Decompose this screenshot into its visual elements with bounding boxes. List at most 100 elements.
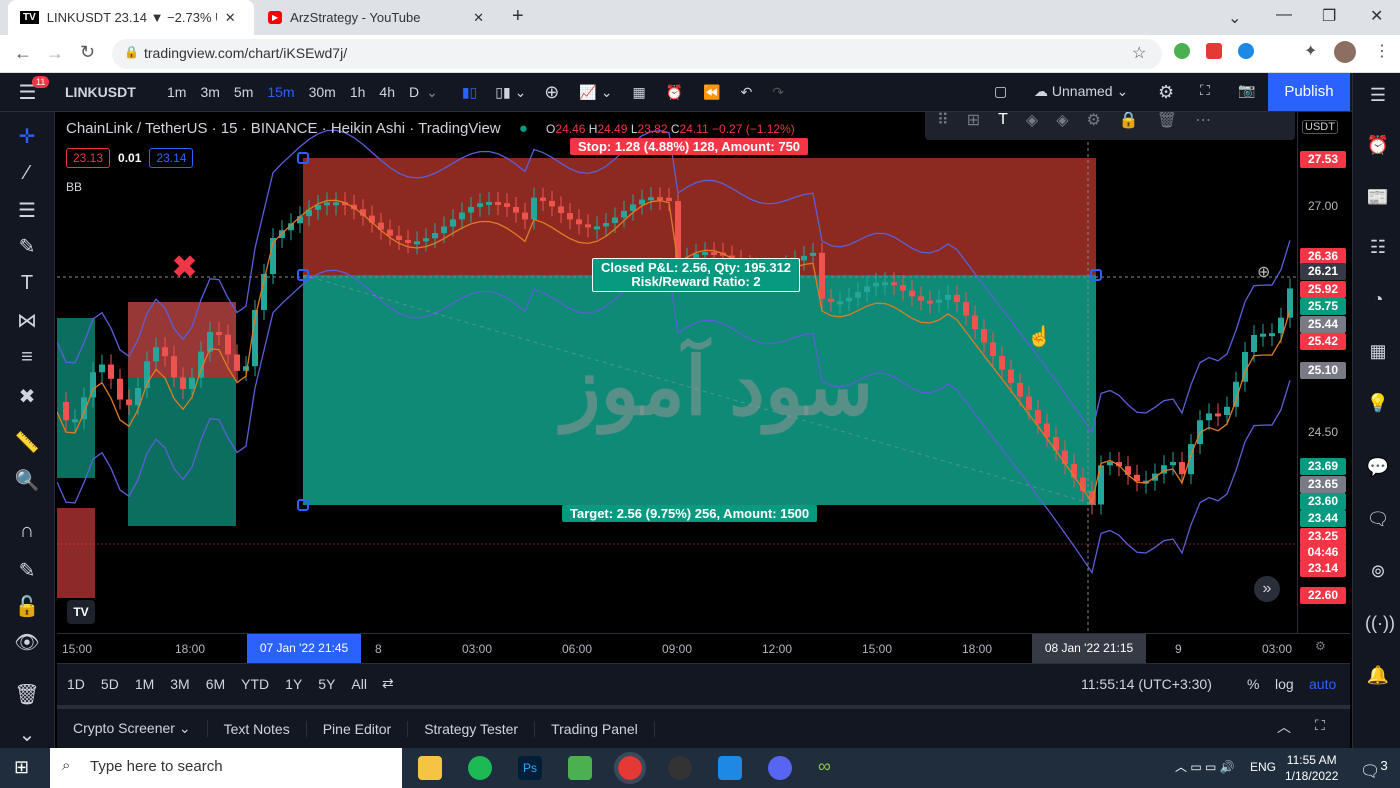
tray-icons[interactable]: ︿ ▭ ▭ 🔊 <box>1175 758 1235 775</box>
clock[interactable]: 11:55 AM 1/18/2022 <box>1285 752 1338 784</box>
alert-icon[interactable]: ⏰ <box>666 84 683 101</box>
percent-toggle[interactable]: % <box>1247 676 1259 692</box>
fullscreen-icon[interactable]: ⛶ <box>1200 82 1210 99</box>
replay-icon[interactable]: ⏪ <box>703 84 720 101</box>
lock-icon[interactable]: 🔓 <box>14 594 40 620</box>
screenshot-icon[interactable]: 📷 <box>1238 82 1255 99</box>
fill-color-icon[interactable]: ◈ <box>1026 112 1038 130</box>
hotlists-icon[interactable]: ◔ <box>1365 289 1391 315</box>
range-6m[interactable]: 6M <box>206 676 225 692</box>
extension-icon[interactable] <box>1238 43 1254 59</box>
url-input[interactable]: 🔒 tradingview.com/chart/iKSEwd7j/ <box>112 39 1162 69</box>
tab-text-notes[interactable]: Text Notes <box>208 720 307 737</box>
trash-icon[interactable]: 🗑 <box>1157 112 1177 130</box>
extensions-puzzle-icon[interactable]: ✦ <box>1304 41 1317 61</box>
bookmark-star-icon[interactable]: ☆ <box>1132 43 1146 63</box>
close-window-button[interactable]: ✕ <box>1370 6 1383 26</box>
publish-button[interactable]: Publish <box>1268 73 1350 111</box>
expand-panel-icon[interactable]: ︿ <box>1277 717 1291 737</box>
tab-strategy-tester[interactable]: Strategy Tester <box>408 720 536 737</box>
axis-settings-icon[interactable]: ⚙ <box>1315 639 1326 653</box>
redo-icon[interactable]: ↷ <box>772 84 784 101</box>
data-window-icon[interactable]: ☷ <box>1365 237 1391 263</box>
scroll-to-realtime-button[interactable]: » <box>1254 576 1280 602</box>
close-tab-icon[interactable]: ✕ <box>473 10 484 26</box>
timeframe-30m[interactable]: 30m <box>309 84 336 100</box>
maximize-button[interactable]: ❐ <box>1322 6 1336 26</box>
tab-pine-editor[interactable]: Pine Editor <box>307 720 409 737</box>
forward-button[interactable]: → <box>46 43 64 64</box>
extension-icon[interactable] <box>1206 43 1222 59</box>
language[interactable]: ENG <box>1250 760 1276 774</box>
range-ytd[interactable]: YTD <box>241 676 269 692</box>
tab-search-icon[interactable]: ⌄ <box>1228 8 1241 28</box>
file-explorer-icon[interactable] <box>418 756 442 780</box>
pattern-icon[interactable]: ⋈ <box>14 308 40 334</box>
extension-icon[interactable] <box>1174 43 1190 59</box>
timeframe-3m[interactable]: 3m <box>200 84 219 100</box>
heikin-ashi-icon[interactable]: ▯▮ ⌄ <box>495 84 526 101</box>
taskbar-search[interactable]: ⌕ Type here to search <box>50 748 402 788</box>
ideas-icon[interactable]: 💡 <box>1365 393 1391 419</box>
magnet-icon[interactable]: ∩ <box>14 520 40 546</box>
indicators-icon[interactable]: 📈 ⌄ <box>579 84 612 101</box>
app-icon[interactable] <box>568 756 592 780</box>
profile-avatar[interactable] <box>1334 41 1356 63</box>
auto-toggle[interactable]: auto <box>1309 676 1336 692</box>
streams-icon[interactable]: ⊚ <box>1365 561 1391 587</box>
layout-name-button[interactable]: ☁ Unnamed ⌄ <box>1034 83 1128 100</box>
broadcast-icon[interactable]: ((·)) <box>1365 613 1395 639</box>
timeframe-1h[interactable]: 1h <box>350 84 366 100</box>
brush-icon[interactable]: ✎ <box>14 234 40 260</box>
range-1d[interactable]: 1D <box>67 676 85 692</box>
more-icon[interactable]: ⋯ <box>1195 112 1211 130</box>
range-all[interactable]: All <box>351 676 367 692</box>
timeframe-D[interactable]: D <box>409 84 419 100</box>
notifications-icon[interactable]: 🔔 <box>1365 665 1391 691</box>
clock[interactable]: 11:55:14 (UTC+3:30) <box>1081 676 1212 692</box>
range-5d[interactable]: 5D <box>101 676 119 692</box>
maximize-panel-icon[interactable]: ⛶ <box>1315 717 1325 734</box>
ruler-icon[interactable]: 📏 <box>14 430 40 456</box>
crosshair-icon[interactable]: ✛ <box>14 124 40 150</box>
browser-tab-tradingview[interactable]: TV LINKUSDT 23.14 ▼ −2.73% Unna ✕ <box>8 0 254 35</box>
back-button[interactable]: ← <box>14 43 32 64</box>
range-1m[interactable]: 1M <box>135 676 154 692</box>
range-3m[interactable]: 3M <box>170 676 189 692</box>
currency-label[interactable]: USDT <box>1302 120 1338 134</box>
remove-icon[interactable]: ✖ <box>14 384 40 410</box>
app-icon[interactable] <box>668 756 692 780</box>
buy-button[interactable]: 23.14 <box>149 148 194 168</box>
goto-date-icon[interactable]: ⇄ <box>382 675 394 692</box>
windows-start-icon[interactable]: ⊞ <box>14 757 29 778</box>
hide-icon[interactable]: 👁 <box>14 630 40 656</box>
new-tab-button[interactable]: + <box>512 5 524 28</box>
timeframe-dropdown-icon[interactable]: ⌄ <box>426 84 438 101</box>
tab-crypto-screener[interactable]: Crypto Screener ⌄ <box>57 720 208 737</box>
collapse-icon[interactable]: ⌄ <box>14 722 40 748</box>
range-5y[interactable]: 5Y <box>318 676 335 692</box>
prediction-icon[interactable]: ≡ <box>14 346 40 372</box>
alerts-icon[interactable]: ⏰ <box>1365 135 1391 161</box>
text-tool-icon[interactable]: T <box>14 272 40 298</box>
tradingview-logo[interactable]: TV <box>67 600 95 624</box>
zoom-in-icon[interactable]: 🔍 <box>14 468 40 494</box>
timeframe-15m[interactable]: 15m <box>267 84 294 100</box>
fib-icon[interactable]: ☰ <box>14 198 40 224</box>
time-axis[interactable]: 15:00 18:00 8 03:00 06:00 09:00 12:00 15:00 18:0… <box>57 633 1350 663</box>
layout-icon[interactable]: ▢ <box>994 83 1007 100</box>
compare-add-icon[interactable]: ⊕ <box>544 82 559 103</box>
news-icon[interactable]: 📰 <box>1365 187 1391 213</box>
text-color-icon[interactable]: T <box>998 112 1008 129</box>
templates-icon[interactable]: ▦ <box>632 84 645 101</box>
messages-icon[interactable]: 🗨 <box>1365 509 1391 535</box>
settings-icon[interactable]: ⚙ <box>1158 82 1174 103</box>
calendar-icon[interactable]: ▦ <box>1365 341 1391 367</box>
add-alert-plus-icon[interactable]: ⊕ <box>1257 262 1270 282</box>
range-1y[interactable]: 1Y <box>285 676 302 692</box>
settings-icon[interactable]: ⚙ <box>1087 112 1101 130</box>
trend-line-icon[interactable]: ⁄ <box>14 162 40 188</box>
chat-icon[interactable]: 💬 <box>1365 457 1391 483</box>
price-axis[interactable]: USDT 27.00 24.50 27.53 26.36 26.21 25.92 25.… <box>1297 112 1350 633</box>
close-tab-icon[interactable]: ✕ <box>225 10 236 26</box>
